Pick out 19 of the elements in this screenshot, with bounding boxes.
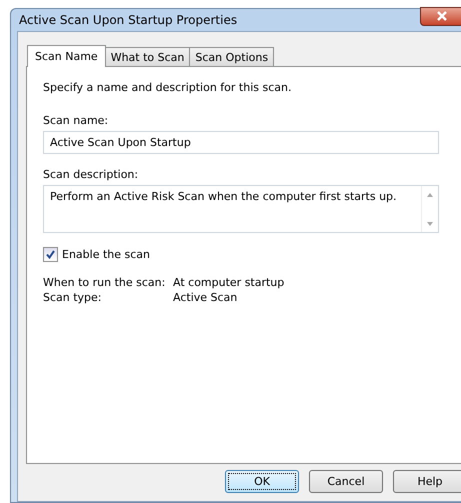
info-label: When to run the scan: [43, 276, 166, 289]
checkbox-label: Enable the scan [62, 248, 150, 261]
enable-checkbox[interactable] [43, 247, 58, 262]
close-icon [436, 11, 448, 21]
info-value: At computer startup [173, 276, 286, 289]
window-title: Active Scan Upon Startup Properties [19, 13, 238, 27]
close-button[interactable] [420, 6, 461, 26]
dialog-button[interactable]: Help [393, 470, 461, 493]
dialog-button[interactable]: Cancel [309, 470, 383, 493]
tab[interactable]: Scan Options [189, 47, 274, 66]
scan-name-field[interactable]: Active Scan Upon Startup [43, 131, 439, 154]
info-label: Scan type: [43, 291, 103, 304]
tab[interactable]: What to Scan [104, 47, 190, 66]
tab[interactable]: Scan Name [27, 45, 106, 67]
field-label: Scan description: [43, 168, 140, 181]
info-value: Active Scan [173, 291, 238, 304]
dialog-button[interactable]: OK [225, 470, 299, 493]
intro-text: Specify a name and description for this scan. [43, 81, 292, 94]
field-label: Scan name: [43, 114, 110, 127]
